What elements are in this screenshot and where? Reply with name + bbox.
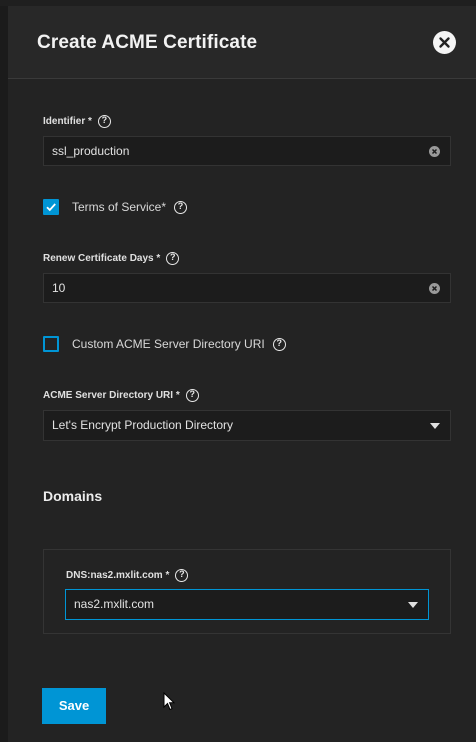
- checkmark-icon: [46, 203, 56, 212]
- custom-uri-row: Custom ACME Server Directory URI ?: [43, 336, 286, 352]
- close-icon: [439, 37, 450, 48]
- help-icon[interactable]: ?: [185, 389, 199, 402]
- mouse-cursor-icon: [163, 692, 175, 711]
- custom-uri-label: Custom ACME Server Directory URI: [72, 337, 265, 351]
- renew-days-label-row: Renew Certificate Days * ?: [43, 252, 180, 265]
- create-acme-certificate-dialog: Create ACME Certificate Identifier * ? s…: [0, 0, 476, 742]
- help-icon[interactable]: ?: [166, 252, 180, 265]
- terms-of-service-checkbox[interactable]: [43, 199, 59, 215]
- domains-section-title: Domains: [43, 488, 103, 504]
- close-button[interactable]: [433, 31, 456, 54]
- identifier-label: Identifier *: [43, 116, 92, 127]
- clear-icon[interactable]: [429, 146, 440, 157]
- help-icon[interactable]: ?: [174, 200, 188, 214]
- help-icon[interactable]: ?: [97, 115, 111, 128]
- dns-label: DNS:nas2.mxlit.com *: [66, 570, 170, 581]
- left-edge: [0, 0, 8, 742]
- chevron-down-icon: [430, 423, 440, 429]
- directory-label-row: ACME Server Directory URI * ?: [43, 389, 199, 402]
- dialog-header: Create ACME Certificate: [8, 6, 476, 79]
- save-button[interactable]: Save: [42, 688, 106, 724]
- directory-select[interactable]: Let's Encrypt Production Directory: [43, 410, 451, 441]
- renew-days-input[interactable]: 10: [43, 273, 451, 303]
- help-icon[interactable]: ?: [175, 569, 189, 582]
- dns-selected-value: nas2.mxlit.com: [74, 597, 155, 611]
- dns-label-row: DNS:nas2.mxlit.com * ?: [66, 569, 189, 582]
- renew-days-label: Renew Certificate Days *: [43, 253, 161, 264]
- help-icon[interactable]: ?: [272, 337, 286, 351]
- domains-container: DNS:nas2.mxlit.com * ? nas2.mxlit.com: [43, 549, 451, 634]
- terms-of-service-label: Terms of Service*: [72, 200, 167, 214]
- clear-icon[interactable]: [429, 283, 440, 294]
- renew-days-value: 10: [52, 281, 66, 295]
- identifier-value: ssl_production: [52, 144, 130, 158]
- custom-uri-checkbox[interactable]: [43, 336, 59, 352]
- chevron-down-icon: [408, 602, 418, 608]
- directory-label: ACME Server Directory URI *: [43, 390, 180, 401]
- dns-select[interactable]: nas2.mxlit.com: [65, 589, 429, 620]
- directory-selected-value: Let's Encrypt Production Directory: [52, 418, 234, 432]
- dialog-title: Create ACME Certificate: [37, 32, 258, 53]
- identifier-input[interactable]: ssl_production: [43, 136, 451, 166]
- identifier-label-row: Identifier * ?: [43, 115, 111, 128]
- terms-of-service-row: Terms of Service* ?: [43, 199, 188, 215]
